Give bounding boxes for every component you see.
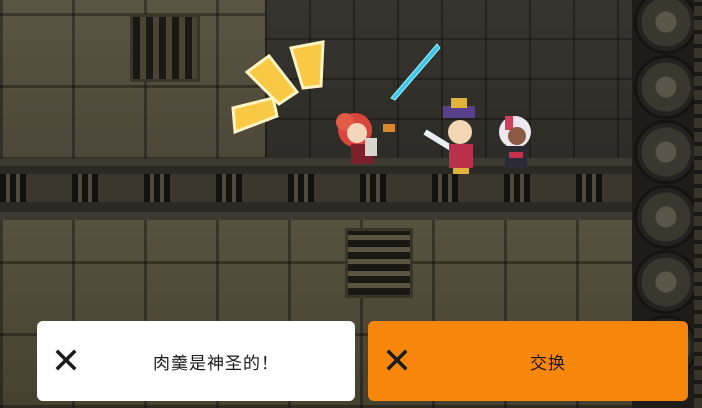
chain (694, 0, 702, 408)
gear-icon (634, 55, 698, 119)
wall-vent (130, 14, 200, 82)
red-hair-swordswoman (336, 43, 441, 164)
close-icon (55, 349, 77, 371)
gear-icon (634, 185, 698, 249)
close-icon (386, 349, 408, 371)
exclamation-burst-icon (231, 40, 325, 135)
floor-vent (345, 228, 413, 298)
dialog-option-1[interactable]: 肉羹是神圣的！ (37, 321, 355, 401)
dialog-option-2-label: 交换 (530, 353, 566, 374)
gear-icon (634, 120, 698, 184)
gear-icon (634, 250, 698, 314)
dialog-option-2[interactable]: 交换 (368, 321, 688, 401)
white-hair-girl (499, 116, 531, 168)
gear-icon (634, 0, 698, 54)
dialog-option-1-label: 肉羹是神圣的！ (153, 353, 279, 374)
party-characters (336, 43, 531, 174)
knight-captain (423, 98, 475, 174)
